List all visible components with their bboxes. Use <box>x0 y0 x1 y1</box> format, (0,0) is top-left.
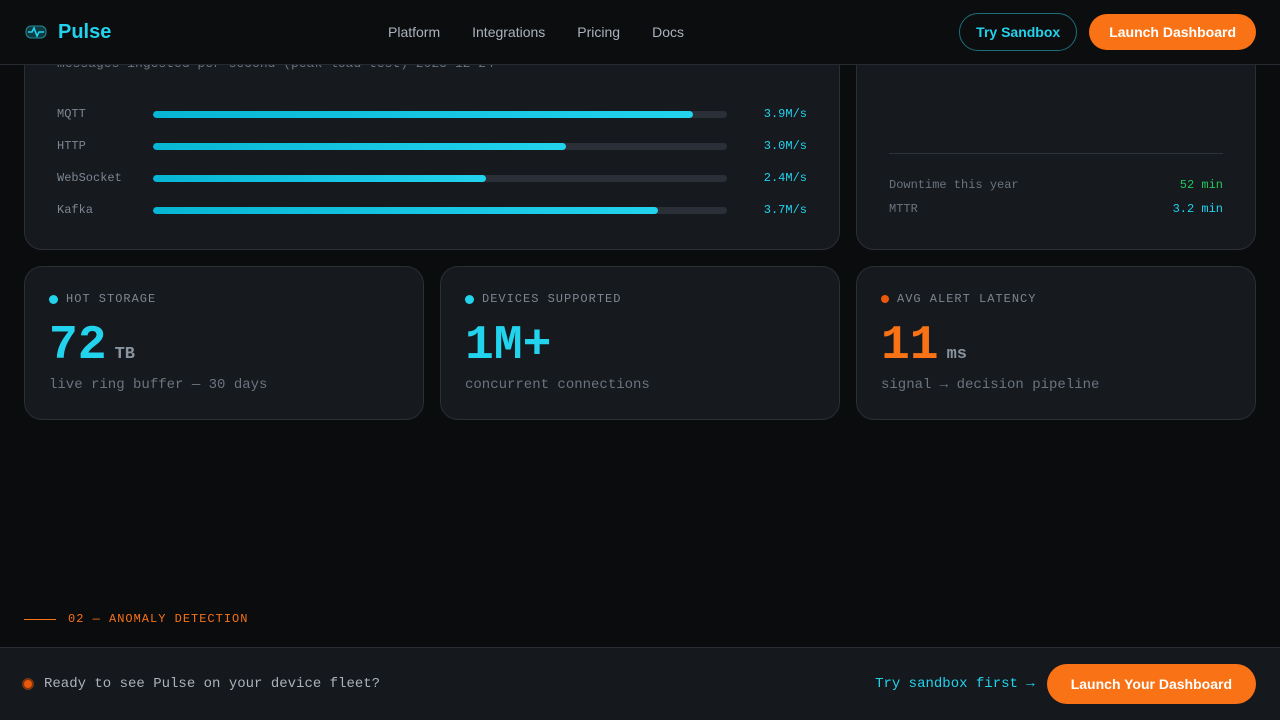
cta-message: Ready to see Pulse on your device fleet? <box>44 676 381 692</box>
metric-header: HOT STORAGE <box>49 292 156 306</box>
stat-value: 52 min <box>1179 178 1223 192</box>
try-sandbox-button[interactable]: Try Sandbox <box>959 13 1078 51</box>
protocol-label: Kafka <box>57 203 94 217</box>
throughput-bar-fill <box>153 206 659 214</box>
section-eyebrow: 02 — ANOMALY DETECTION <box>24 612 248 626</box>
metric-value: 1M+ <box>465 319 551 373</box>
metric-header: AVG ALERT LATENCY <box>881 292 1036 306</box>
metric-number: 1M+ <box>465 319 552 373</box>
throughput-bar-fill <box>153 142 567 150</box>
metric-label: HOT STORAGE <box>66 292 157 306</box>
throughput-row-kafka: Kafka 3.7M/s <box>57 202 807 218</box>
throughput-bar-track <box>153 206 727 214</box>
throughput-value: 2.4M/s <box>763 171 807 185</box>
throughput-bar-fill <box>153 110 693 118</box>
metric-label: DEVICES SUPPORTED <box>482 292 622 306</box>
eyebrow-line <box>24 618 56 620</box>
nav-docs[interactable]: Docs <box>652 24 684 40</box>
throughput-row-http: HTTP 3.0M/s <box>57 138 807 154</box>
live-dot-icon <box>22 678 34 690</box>
header-actions: Try Sandbox Launch Dashboard <box>959 13 1256 51</box>
cta-actions: Try sandbox first → Launch Your Dashboar… <box>875 664 1256 704</box>
metric-label: AVG ALERT LATENCY <box>897 292 1037 306</box>
status-dot-icon <box>49 294 58 304</box>
nav-pricing[interactable]: Pricing <box>577 24 620 40</box>
section-label: 02 — ANOMALY DETECTION <box>68 612 249 626</box>
throughput-row-websocket: WebSocket 2.4M/s <box>57 170 807 186</box>
launch-your-dashboard-button[interactable]: Launch Your Dashboard <box>1046 664 1256 704</box>
throughput-bar-track <box>153 174 727 182</box>
throughput-bar-fill <box>153 174 486 182</box>
metric-card-hot-storage: HOT STORAGE 72 TB live ring buffer — 30 … <box>24 266 424 420</box>
metric-value: 11 ms <box>881 319 967 373</box>
downtime-stat: Downtime this year 52 min <box>889 178 1223 192</box>
metric-number: 11 <box>881 319 939 373</box>
throughput-value: 3.0M/s <box>763 139 807 153</box>
throughput-bar-track <box>153 142 727 150</box>
try-sandbox-link[interactable]: Try sandbox first → <box>875 676 1035 692</box>
nav-integrations[interactable]: Integrations <box>472 24 545 40</box>
launch-dashboard-button[interactable]: Launch Dashboard <box>1089 14 1256 50</box>
metric-unit: TB <box>114 345 136 364</box>
metric-value: 72 TB <box>49 319 135 373</box>
brand-logo[interactable]: Pulse <box>24 20 111 44</box>
throughput-value: 3.7M/s <box>763 203 807 217</box>
stat-label: Downtime this year <box>889 178 1019 192</box>
nav-platform[interactable]: Platform <box>388 24 440 40</box>
throughput-value: 3.9M/s <box>763 107 807 121</box>
sticky-cta-bar: Ready to see Pulse on your device fleet?… <box>0 647 1280 720</box>
throughput-bar-track <box>153 110 727 118</box>
pulse-logo-icon <box>24 20 48 44</box>
brand-name: Pulse <box>58 20 112 43</box>
metric-number: 72 <box>49 319 107 373</box>
throughput-row-mqtt: MQTT 3.9M/s <box>57 106 807 122</box>
protocol-label: MQTT <box>57 107 86 121</box>
metric-caption: live ring buffer — 30 days <box>49 377 268 393</box>
metric-card-devices: DEVICES SUPPORTED 1M+ concurrent connect… <box>440 266 840 420</box>
status-dot-icon <box>881 295 889 303</box>
metric-card-alert-latency: AVG ALERT LATENCY 11 ms signal → decisio… <box>856 266 1256 420</box>
metric-unit: ms <box>946 345 968 364</box>
metric-caption: signal → decision pipeline <box>881 377 1100 393</box>
stat-value: 3.2 min <box>1172 202 1223 216</box>
protocol-label: WebSocket <box>57 171 122 185</box>
protocol-label: HTTP <box>57 139 86 153</box>
uptime-divider <box>889 153 1223 154</box>
main-nav: Platform Integrations Pricing Docs <box>388 0 684 64</box>
mttr-stat: MTTR 3.2 min <box>889 202 1223 216</box>
status-dot-icon <box>465 294 474 304</box>
metric-header: DEVICES SUPPORTED <box>465 292 621 306</box>
stat-label: MTTR <box>889 202 918 216</box>
site-header: Pulse Platform Integrations Pricing Docs… <box>0 0 1280 65</box>
metric-caption: concurrent connections <box>465 377 650 393</box>
